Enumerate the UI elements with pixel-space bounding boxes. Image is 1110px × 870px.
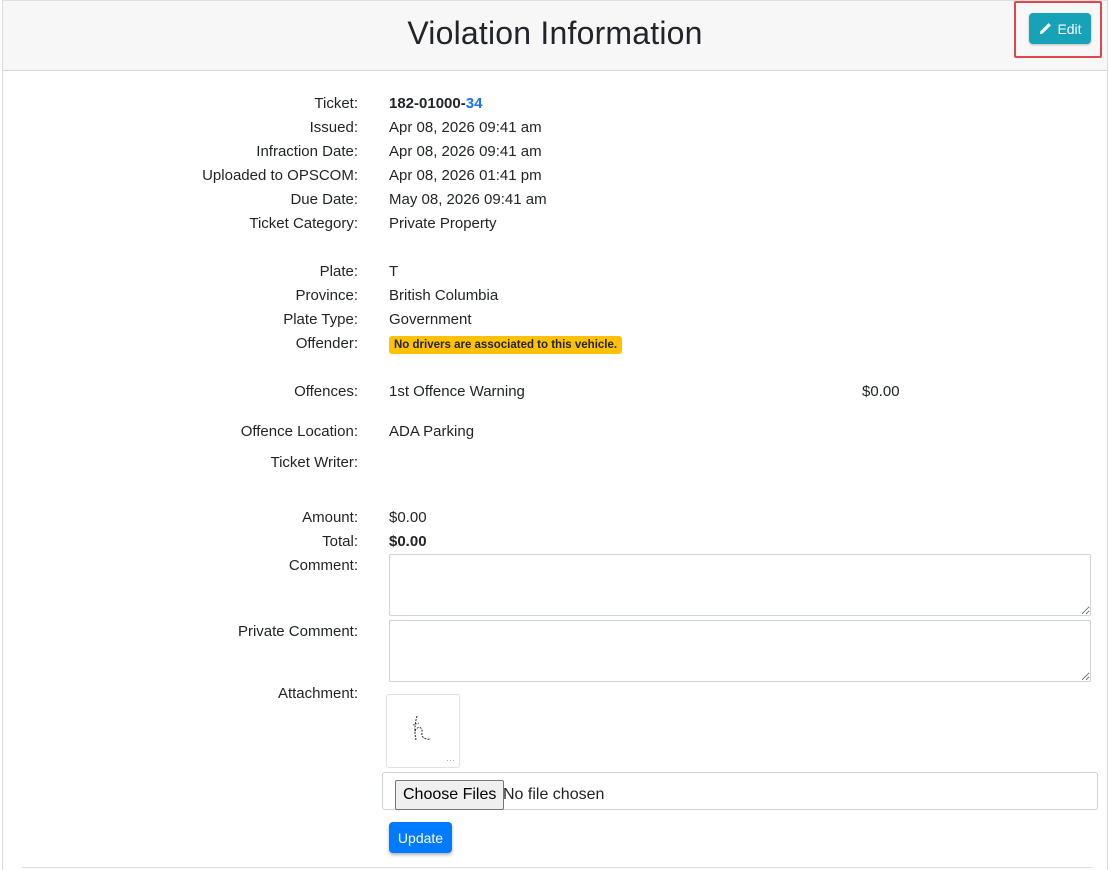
plate-label: Plate: [319, 263, 358, 280]
ticket-category-value: Private Property [389, 215, 497, 232]
page-title: Violation Information [407, 15, 703, 51]
signature-image [412, 715, 432, 741]
offender-label: Offender: [295, 335, 358, 352]
no-drivers-badge: No drivers are associated to this vehicl… [389, 336, 623, 354]
ticket-label: Ticket: [314, 95, 358, 112]
infraction-date-label: Infraction Date: [256, 143, 358, 160]
issued-label: Issued: [309, 119, 358, 136]
page-frame [2, 0, 1108, 870]
issued-value: Apr 08, 2026 09:41 am [389, 119, 542, 136]
plate-type-label: Plate Type: [283, 311, 358, 328]
attachment-label: Attachment: [277, 685, 358, 702]
attachment-thumbnail[interactable]: ··· [386, 694, 460, 768]
infraction-date-value: Apr 08, 2026 09:41 am [389, 143, 542, 160]
due-date-label: Due Date: [290, 191, 358, 208]
total-label: Total: [322, 533, 358, 550]
edit-button[interactable]: Edit [1029, 13, 1091, 44]
offences-label: Offences: [294, 383, 358, 400]
private-comment-label: Private Comment: [237, 623, 358, 640]
edit-button-label: Edit [1057, 20, 1082, 37]
comment-label: Comment: [288, 557, 358, 574]
ticket-number-prefix: 182-01000- [389, 95, 466, 112]
amount-value: $0.00 [389, 509, 427, 526]
province-value: British Columbia [389, 287, 499, 304]
ticket-category-label: Ticket Category: [249, 215, 358, 232]
offence-location-label: Offence Location: [240, 423, 358, 440]
offence-fee: $0.00 [862, 383, 900, 400]
ticket-writer-label: Ticket Writer: [270, 454, 358, 471]
uploaded-label: Uploaded to OPSCOM: [202, 167, 358, 184]
plate-value: T [389, 263, 399, 280]
plate-type-value: Government [389, 311, 472, 328]
offence-location-value: ADA Parking [389, 423, 475, 440]
pencil-icon [1040, 22, 1052, 34]
uploaded-value: Apr 08, 2026 01:41 pm [389, 167, 542, 184]
private-comment-textarea[interactable] [389, 620, 1091, 682]
due-date-value: May 08, 2026 09:41 am [389, 191, 547, 208]
offence-name: 1st Offence Warning [389, 383, 525, 400]
total-value: $0.00 [389, 533, 427, 550]
divider [22, 867, 1092, 868]
comment-textarea[interactable] [389, 554, 1091, 616]
file-status-text: No file chosen [503, 786, 605, 803]
ticket-number-suffix[interactable]: 34 [466, 95, 483, 112]
file-input[interactable]: Choose Files No file chosen [382, 772, 1098, 810]
province-label: Province: [295, 287, 358, 304]
amount-label: Amount: [302, 509, 358, 526]
page-header: Violation Information [3, 0, 1107, 71]
thumbnail-more-icon: ··· [446, 755, 455, 765]
choose-files-button[interactable]: Choose Files [395, 780, 505, 810]
update-button[interactable]: Update [389, 822, 452, 853]
ticket-number: 182-01000-34 [389, 95, 482, 112]
